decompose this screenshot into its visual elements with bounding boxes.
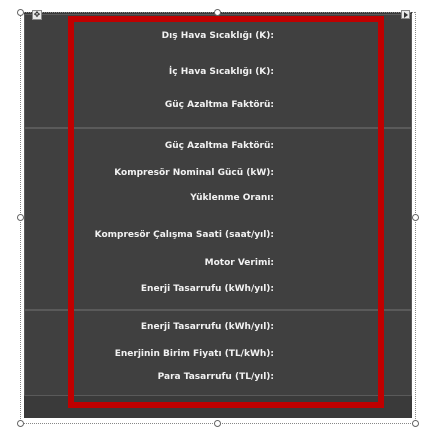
resize-handle-top-left[interactable] [17,9,24,16]
resize-handle-bottom[interactable] [214,420,221,427]
expand-arrow-icon[interactable] [401,10,410,19]
resize-handle-left[interactable] [17,214,24,221]
resize-handle-right[interactable] [412,214,419,221]
move-icon[interactable]: ✥ [32,10,42,20]
highlight-frame [68,16,384,408]
resize-handle-bottom-right[interactable] [412,420,419,427]
resize-handle-bottom-left[interactable] [17,420,24,427]
resize-handle-top[interactable] [214,9,221,16]
